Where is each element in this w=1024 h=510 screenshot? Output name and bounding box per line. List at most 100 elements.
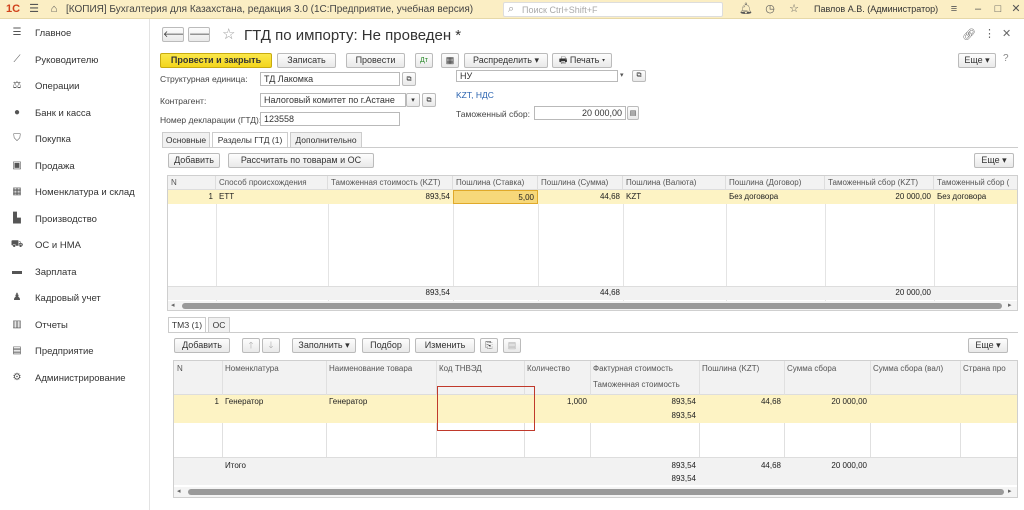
column-header[interactable]: Количество bbox=[524, 362, 590, 376]
column-header[interactable]: Сумма сбора (вал) bbox=[870, 362, 960, 376]
table-cell[interactable]: 20 000,00 bbox=[825, 190, 934, 204]
goods-more-button[interactable]: Еще ▾ bbox=[968, 338, 1008, 353]
sidebar-item[interactable]: ⚖ Операции bbox=[0, 74, 150, 100]
close-icon[interactable]: ✕ bbox=[1008, 2, 1024, 16]
move-up-icon[interactable]: 🡑 bbox=[242, 338, 260, 353]
form-close-icon[interactable]: ✕ bbox=[1002, 27, 1011, 40]
more-vertical-icon[interactable]: ⋮ bbox=[984, 27, 995, 40]
column-header[interactable]: Таможенный сбор (KZT) bbox=[825, 176, 934, 190]
fee-cell[interactable]: 20 000,00 bbox=[784, 395, 870, 409]
bell-icon[interactable]: 🔔︎ bbox=[738, 2, 754, 16]
open-icon[interactable]: ⧉ bbox=[402, 72, 416, 86]
maximize-icon[interactable]: □ bbox=[990, 2, 1006, 16]
calc-by-goods-button[interactable]: Рассчитать по товарам и ОС bbox=[228, 153, 374, 168]
table-cell[interactable]: 893,54 bbox=[328, 190, 453, 204]
fill-button[interactable]: Заполнить ▾ bbox=[292, 338, 356, 353]
column-header[interactable]: Пошлина (Договор) bbox=[726, 176, 825, 190]
open-icon[interactable]: ⧉ bbox=[632, 70, 646, 82]
sidebar-item[interactable]: ⚙ Администрирование bbox=[0, 366, 150, 392]
sections-more-button[interactable]: Еще ▾ bbox=[974, 153, 1014, 168]
current-user[interactable]: Павлов А.В. (Администратор) bbox=[814, 4, 938, 14]
table-cell[interactable]: KZT bbox=[623, 190, 726, 204]
back-button[interactable]: 🡐 bbox=[162, 27, 184, 42]
sidebar-item[interactable]: ▙ Производство bbox=[0, 207, 150, 233]
counterparty-field[interactable]: Налоговый комитет по г.Астане bbox=[260, 93, 406, 107]
unit-field[interactable]: ТД Лакомка bbox=[260, 72, 400, 86]
column-header[interactable]: Таможенная стоимость (KZT) bbox=[328, 176, 453, 190]
fee-field[interactable]: 20 000,00 bbox=[534, 106, 626, 120]
paste-icon[interactable]: ▤ bbox=[503, 338, 521, 353]
tab-additional[interactable]: Дополнительно bbox=[290, 132, 362, 147]
scroll-left-icon[interactable]: ◂ bbox=[171, 301, 179, 310]
column-header[interactable]: Пошлина (KZT) bbox=[699, 362, 784, 376]
invoice-cost-cell[interactable]: 893,54 bbox=[590, 395, 699, 409]
minimize-icon[interactable]: – bbox=[970, 2, 986, 16]
sidebar-item[interactable]: ☰ Главное bbox=[0, 21, 150, 47]
structure-icon[interactable]: ▦ bbox=[441, 53, 459, 68]
edit-button[interactable]: Изменить bbox=[415, 338, 475, 353]
column-header[interactable]: Номенклатура bbox=[222, 362, 326, 376]
scroll-left-icon[interactable]: ◂ bbox=[177, 487, 185, 497]
table-cell[interactable]: 1 bbox=[168, 190, 216, 204]
row-number[interactable]: 1 bbox=[174, 395, 222, 409]
scroll-right-icon[interactable]: ▸ bbox=[1008, 487, 1016, 497]
scrollbar-thumb[interactable] bbox=[182, 303, 1002, 309]
history-icon[interactable]: ◷ bbox=[762, 2, 778, 16]
help-icon[interactable]: ? bbox=[1003, 53, 1009, 64]
distribute-button[interactable]: Распределить ▾ bbox=[464, 53, 548, 68]
sidebar-item[interactable]: ● Банк и касса bbox=[0, 101, 150, 127]
duty-cell[interactable]: 44,68 bbox=[699, 395, 784, 409]
sidebar-item[interactable]: ▣ Продажа bbox=[0, 154, 150, 180]
home-icon[interactable]: ⌂ bbox=[46, 2, 62, 16]
customs-cost-cell[interactable]: 893,54 bbox=[590, 409, 699, 423]
dt-kt-icon[interactable]: Дт bbox=[415, 53, 433, 68]
scroll-right-icon[interactable]: ▸ bbox=[1008, 301, 1016, 310]
column-header[interactable]: Пошлина (Сумма) bbox=[538, 176, 623, 190]
column-header[interactable]: N bbox=[174, 362, 222, 376]
dropdown-icon[interactable]: ▾ bbox=[620, 71, 624, 79]
add-goods-button[interactable]: Добавить bbox=[174, 338, 230, 353]
sidebar-item[interactable]: ▬ Зарплата bbox=[0, 260, 150, 286]
table-cell[interactable]: ЕТТ bbox=[216, 190, 328, 204]
declaration-field[interactable]: 123558 bbox=[260, 112, 400, 126]
print-button[interactable]: 🖶︎ Печать ▾ bbox=[552, 53, 612, 68]
nomenclature-cell[interactable]: Генератор bbox=[222, 395, 326, 409]
favorite-star-icon[interactable]: ☆ bbox=[222, 25, 235, 43]
column-header[interactable]: N bbox=[168, 176, 216, 190]
post-button[interactable]: Провести bbox=[346, 53, 405, 68]
sidebar-item[interactable]: ▤ Предприятие bbox=[0, 339, 150, 365]
table-cell[interactable]: Без договора bbox=[934, 190, 1017, 204]
dropdown-icon[interactable]: ▾ bbox=[406, 93, 420, 107]
save-button[interactable]: Записать bbox=[277, 53, 336, 68]
sidebar-item[interactable]: ♟ Кадровый учет bbox=[0, 286, 150, 312]
add-section-button[interactable]: Добавить bbox=[168, 153, 220, 168]
open-icon[interactable]: ⧉ bbox=[422, 93, 436, 107]
tax-field[interactable]: НУ bbox=[456, 70, 618, 82]
product-name-cell[interactable]: Генератор bbox=[326, 395, 436, 409]
column-header[interactable]: Таможенный сбор ( bbox=[934, 176, 1017, 190]
column-header[interactable]: Способ происхождения bbox=[216, 176, 328, 190]
sidebar-item[interactable]: ⟋ Руководителю bbox=[0, 48, 150, 74]
sidebar-item[interactable]: ▦ Номенклатура и склад bbox=[0, 180, 150, 206]
hamburger-icon[interactable]: ☰ bbox=[26, 2, 42, 16]
settings-icon[interactable]: ≡ bbox=[946, 2, 962, 16]
star-icon[interactable]: ☆ bbox=[786, 2, 802, 16]
table-cell[interactable]: 5,00 bbox=[453, 190, 538, 204]
sidebar-item[interactable]: ⛟ ОС и НМА bbox=[0, 233, 150, 259]
tab-main[interactable]: Основные bbox=[162, 132, 210, 147]
column-header[interactable]: Страна про bbox=[960, 362, 1017, 376]
tab-os[interactable]: ОС bbox=[208, 317, 230, 332]
currency-link[interactable]: KZT, НДС bbox=[456, 90, 494, 100]
more-button[interactable]: Еще ▾ bbox=[958, 53, 996, 68]
table-cell[interactable]: 44,68 bbox=[538, 190, 623, 204]
copy-icon[interactable]: ⎘ bbox=[480, 338, 498, 353]
post-and-close-button[interactable]: Провести и закрыть bbox=[160, 53, 272, 68]
sidebar-item[interactable]: ⛉ Покупка bbox=[0, 127, 150, 153]
scrollbar-thumb[interactable] bbox=[188, 489, 1004, 495]
tab-gtd-sections[interactable]: Разделы ГТД (1) bbox=[212, 132, 288, 147]
link-icon[interactable]: 🔗︎ bbox=[962, 28, 976, 41]
column-header[interactable]: Пошлина (Ставка) bbox=[453, 176, 538, 190]
table-cell[interactable]: Без договора bbox=[726, 190, 825, 204]
pick-button[interactable]: Подбор bbox=[362, 338, 410, 353]
column-header[interactable]: Таможенная стоимость bbox=[590, 378, 699, 392]
